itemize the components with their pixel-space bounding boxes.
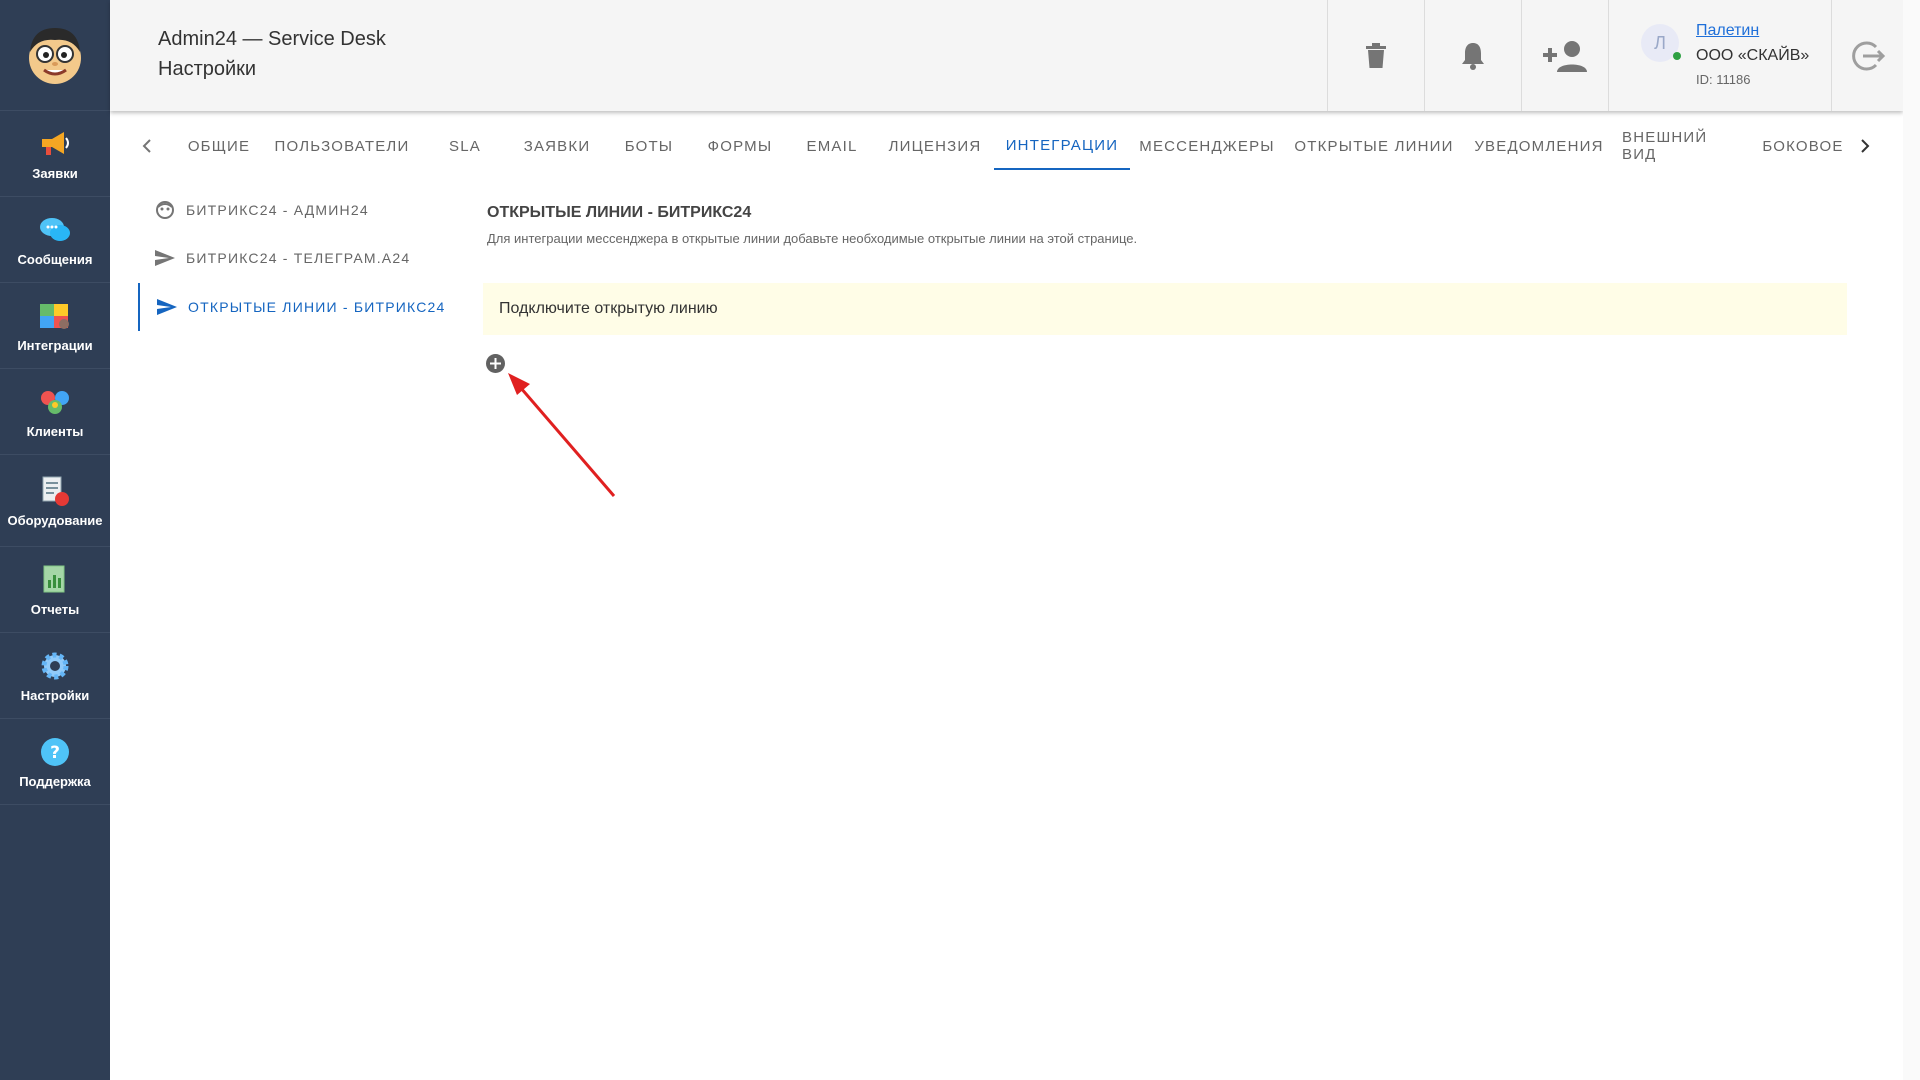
- sidebar: Заявки Сообщения Интеграции Клиенты Обор…: [0, 0, 110, 1080]
- tabs-scroll-right-button[interactable]: [1850, 122, 1880, 170]
- submenu-item-label: ОТКРЫТЫЕ ЛИНИИ - БИТРИКС24: [188, 299, 446, 315]
- online-status-icon: [1673, 52, 1681, 60]
- equipment-icon: [37, 473, 73, 509]
- chevron-left-icon: [142, 139, 151, 153]
- tab-sla[interactable]: SLA: [437, 122, 493, 170]
- tab-users[interactable]: ПОЛЬЗОВАТЕЛИ: [272, 122, 412, 170]
- tab-general[interactable]: ОБЩИЕ: [176, 122, 262, 170]
- help-icon: ?: [37, 734, 73, 770]
- notifications-button[interactable]: [1424, 0, 1521, 111]
- trash-icon: [1366, 42, 1386, 68]
- nav-item-support[interactable]: ? Поддержка: [0, 719, 110, 805]
- nav-label: Интеграции: [17, 338, 93, 353]
- tab-sidebar[interactable]: БОКОВОЕ: [1758, 122, 1848, 170]
- people-icon: [37, 384, 73, 420]
- top-header: Admin24 — Service Desk Настройки Л Палет…: [110, 0, 1903, 111]
- app-logo[interactable]: [0, 0, 110, 111]
- nav-item-requests[interactable]: Заявки: [0, 111, 110, 197]
- add-user-icon: [1543, 40, 1587, 72]
- user-id: ID: 11186: [1696, 72, 1751, 87]
- page-title: Настройки: [158, 58, 257, 80]
- tab-notifications[interactable]: УВЕДОМЛЕНИЯ: [1472, 122, 1606, 170]
- gear-icon: [37, 648, 73, 684]
- mascot-face-icon: [29, 28, 81, 84]
- nav-label: Отчеты: [30, 602, 80, 617]
- plus-icon: [490, 358, 501, 369]
- tab-bots[interactable]: БОТЫ: [617, 122, 681, 170]
- annotation-arrow-icon: [508, 373, 616, 497]
- bell-icon: [1462, 42, 1484, 70]
- submenu-item-bitrix-admin24[interactable]: БИТРИКС24 - АДМИН24: [138, 188, 369, 232]
- nav-item-reports[interactable]: Отчеты: [0, 547, 110, 633]
- add-user-button[interactable]: [1521, 0, 1608, 111]
- section-description: Для интеграции мессенджера в открытые ли…: [487, 231, 1138, 246]
- send-icon: [154, 247, 176, 269]
- user-info: Л Палетин ООО «СКАЙВ» ID: 11186: [1608, 0, 1831, 111]
- nav-label: Поддержка: [19, 774, 91, 789]
- send-icon: [156, 296, 178, 318]
- tab-license[interactable]: ЛИЦЕНЗИЯ: [884, 122, 986, 170]
- section-title: ОТКРЫТЫЕ ЛИНИИ - БИТРИКС24: [487, 204, 752, 221]
- megaphone-icon: [37, 126, 73, 162]
- tab-messengers[interactable]: МЕССЕНДЖЕРЫ: [1138, 122, 1276, 170]
- nav-item-settings[interactable]: Настройки: [0, 633, 110, 719]
- submenu-item-label: БИТРИКС24 - ТЕЛЕГРАМ.А24: [186, 250, 411, 266]
- user-organization: ООО «СКАЙВ»: [1696, 47, 1810, 64]
- logout-icon: [1851, 41, 1885, 70]
- tabs-scroll-left-button[interactable]: [132, 122, 162, 170]
- nav-label: Клиенты: [26, 424, 84, 439]
- submenu-item-bitrix-telegram[interactable]: БИТРИКС24 - ТЕЛЕГРАМ.А24: [138, 236, 410, 280]
- tab-email[interactable]: EMAIL: [798, 122, 866, 170]
- info-alert: Подключите открытую линию: [483, 283, 1847, 335]
- svg-text:?: ?: [50, 743, 60, 763]
- nav-label: Сообщения: [17, 252, 93, 267]
- puzzle-icon: [37, 298, 73, 334]
- page-scrollbar[interactable]: [1903, 0, 1920, 1080]
- user-name-link[interactable]: Палетин: [1696, 22, 1759, 40]
- report-icon: [37, 562, 73, 598]
- submenu-item-open-lines-bitrix[interactable]: ОТКРЫТЫЕ ЛИНИИ - БИТРИКС24: [138, 283, 446, 331]
- nav-item-equipment[interactable]: Оборудование: [0, 455, 110, 547]
- nav-item-messages[interactable]: Сообщения: [0, 197, 110, 283]
- tab-appearance[interactable]: ВНЕШНИЙ ВИД: [1622, 122, 1742, 170]
- chat-bubbles-icon: [37, 212, 73, 248]
- face-icon: [154, 199, 176, 221]
- logout-button[interactable]: [1831, 0, 1903, 111]
- nav-item-integrations[interactable]: Интеграции: [0, 283, 110, 369]
- nav-label: Оборудование: [7, 513, 103, 528]
- app-title: Admin24 — Service Desk: [158, 28, 386, 50]
- trash-button[interactable]: [1327, 0, 1424, 111]
- tab-open-lines[interactable]: ОТКРЫТЫЕ ЛИНИИ: [1292, 122, 1456, 170]
- tab-forms[interactable]: ФОРМЫ: [700, 122, 780, 170]
- nav-label: Заявки: [32, 166, 78, 181]
- nav-item-clients[interactable]: Клиенты: [0, 369, 110, 455]
- submenu-item-label: БИТРИКС24 - АДМИН24: [186, 202, 369, 218]
- tab-requests[interactable]: ЗАЯВКИ: [517, 122, 597, 170]
- nav-label: Настройки: [20, 688, 90, 703]
- tab-integrations[interactable]: ИНТЕГРАЦИИ: [994, 122, 1130, 170]
- chevron-right-icon: [1861, 139, 1870, 153]
